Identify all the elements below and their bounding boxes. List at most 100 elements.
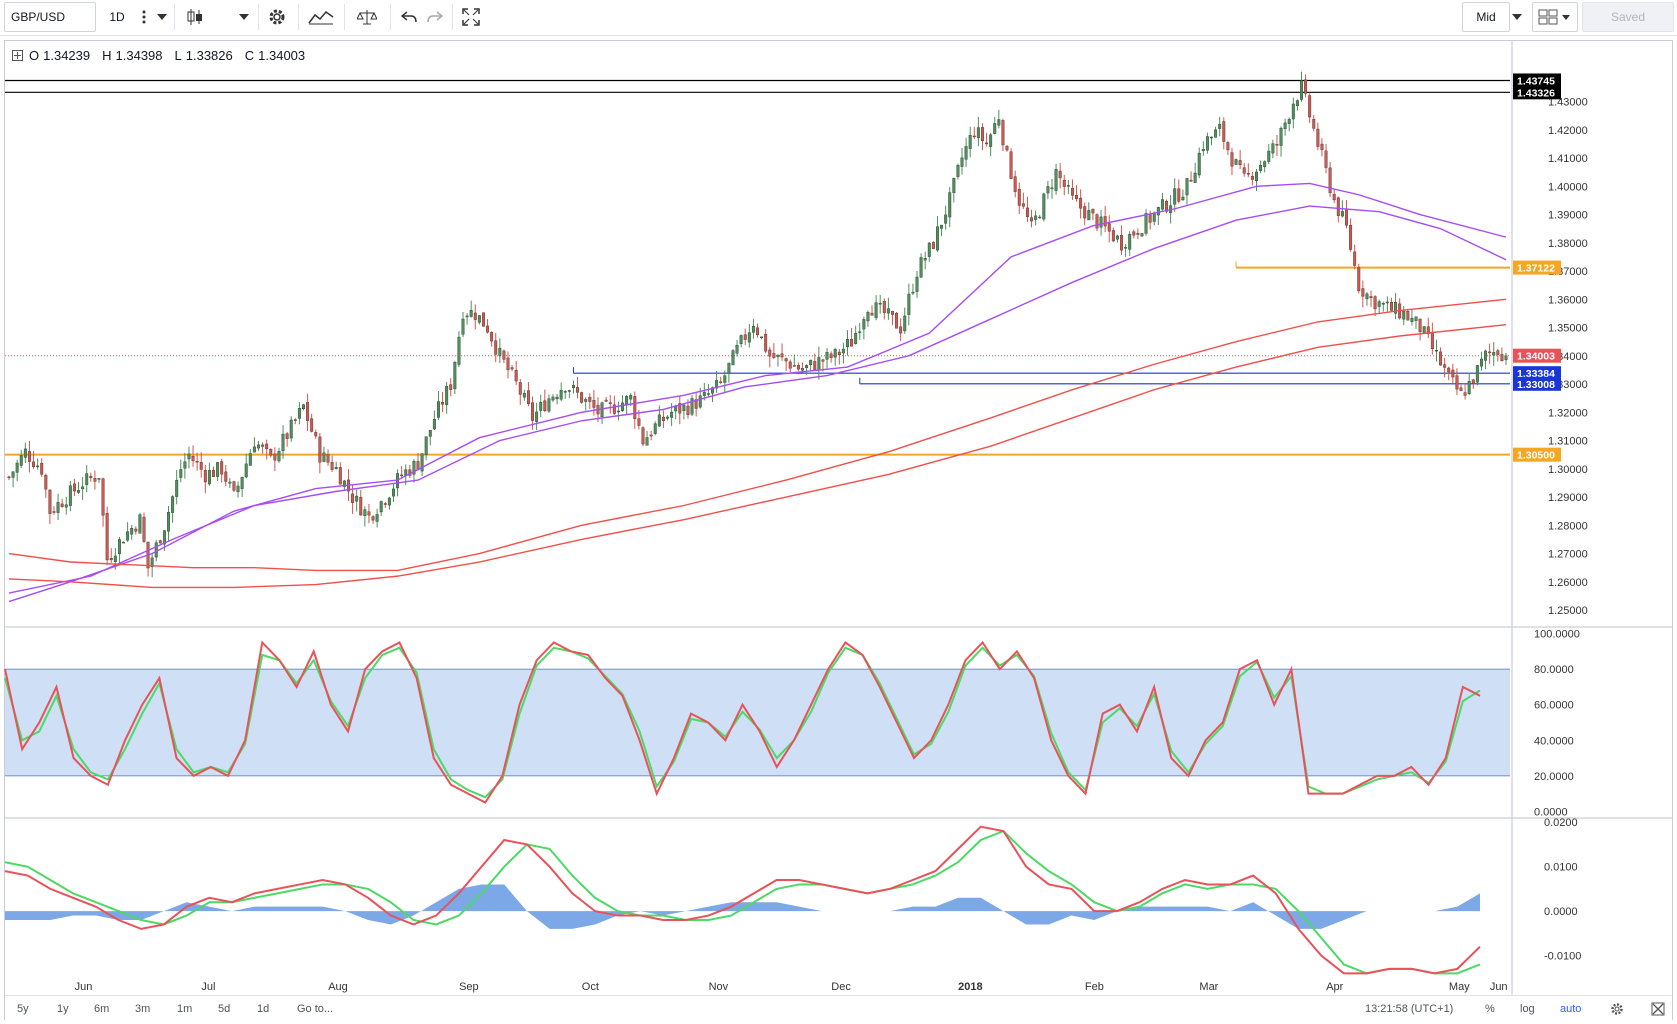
- moving-average-line: [8, 205, 1507, 594]
- candle-body: [919, 257, 923, 278]
- candle-body: [1455, 375, 1459, 390]
- expand-legend-icon[interactable]: [12, 50, 23, 61]
- candle-body: [1111, 230, 1115, 242]
- candle-body: [281, 433, 285, 451]
- candle-body: [637, 418, 641, 426]
- chart-canvas[interactable]: 1.430001.420001.410001.400001.390001.380…: [0, 0, 1677, 1024]
- candle-body: [60, 503, 64, 507]
- candle-body: [175, 479, 179, 497]
- price-tick-label: 1.27000: [1548, 549, 1588, 561]
- candle-body: [891, 311, 894, 315]
- candle-body: [1463, 392, 1467, 396]
- candle-body: [289, 419, 293, 439]
- range-1d-button[interactable]: 1d: [257, 1000, 269, 1018]
- candle-body: [854, 332, 858, 344]
- candle-body: [338, 467, 342, 485]
- candle-body: [428, 429, 432, 437]
- candle-body: [1422, 326, 1426, 333]
- candle-body: [212, 469, 215, 477]
- candle-body: [1230, 152, 1234, 167]
- range-5d-button[interactable]: 5d: [218, 1000, 230, 1018]
- candle-body: [302, 404, 305, 410]
- goto-button[interactable]: Go to...: [297, 1000, 333, 1018]
- stochastic-tick-label: 40.0000: [1534, 735, 1574, 747]
- auto-toggle[interactable]: auto: [1560, 1000, 1581, 1018]
- candle-body: [486, 325, 490, 333]
- candle-body: [886, 308, 890, 314]
- candle-body: [330, 462, 334, 470]
- candle-body: [563, 391, 567, 393]
- candle-body: [469, 309, 473, 317]
- candle-body: [735, 344, 739, 354]
- candle-body: [731, 350, 735, 366]
- time-axis-label: Apr: [1326, 981, 1343, 993]
- candle-body: [1156, 207, 1160, 216]
- candle-body: [682, 404, 686, 412]
- candle-body: [1058, 170, 1062, 179]
- candle-body: [1246, 173, 1250, 175]
- candle-body: [453, 361, 457, 390]
- candle-body: [101, 478, 105, 516]
- candle-body: [1287, 118, 1291, 124]
- candle-body: [1201, 148, 1205, 151]
- candle-body: [666, 416, 669, 419]
- range-1y-button[interactable]: 1y: [57, 1000, 69, 1018]
- percent-toggle[interactable]: %: [1485, 1000, 1495, 1018]
- candle-body: [40, 462, 44, 475]
- candle-body: [1275, 144, 1279, 146]
- candle-body: [1385, 301, 1389, 304]
- bottom-settings-gear-icon[interactable]: [1610, 1000, 1624, 1018]
- time-axis-label: Feb: [1085, 981, 1104, 993]
- price-tick-label: 1.42000: [1548, 125, 1588, 137]
- collapse-panel-icon[interactable]: [1651, 1000, 1665, 1018]
- candle-body: [130, 528, 134, 535]
- macd-histogram: [5, 884, 1480, 929]
- range-1m-button[interactable]: 1m: [177, 1000, 192, 1018]
- candle-body: [1447, 367, 1451, 373]
- price-label-text: 1.43326: [1517, 87, 1555, 99]
- candle-body: [1001, 120, 1005, 146]
- candle-body: [1222, 121, 1226, 142]
- candle-body: [285, 433, 289, 439]
- candle-body: [760, 336, 764, 339]
- log-toggle[interactable]: log: [1520, 1000, 1535, 1018]
- candle-body: [11, 471, 15, 478]
- price-tick-label: 1.38000: [1548, 238, 1588, 250]
- candle-body: [625, 396, 629, 405]
- candle-body: [1099, 216, 1103, 228]
- candle-body: [97, 478, 101, 480]
- candle-body: [1120, 235, 1123, 251]
- candle-body: [510, 367, 514, 370]
- candle-body: [858, 331, 862, 333]
- candle-body: [318, 436, 322, 463]
- range-6m-button[interactable]: 6m: [94, 1000, 109, 1018]
- candle-body: [526, 390, 530, 405]
- range-3m-button[interactable]: 3m: [135, 1000, 150, 1018]
- candle-body: [776, 354, 780, 357]
- clock-label: 13:21:58 (UTC+1): [1365, 1003, 1454, 1015]
- candle-body: [1361, 288, 1365, 297]
- candle-body: [404, 469, 408, 476]
- candle-body: [559, 390, 563, 400]
- candle-body: [801, 368, 804, 371]
- price-tick-label: 1.39000: [1548, 210, 1588, 222]
- candle-body: [1185, 178, 1189, 196]
- candle-body: [1046, 186, 1050, 194]
- candle-body: [269, 449, 273, 456]
- range-5y-button[interactable]: 5y: [17, 1000, 29, 1018]
- candle-body: [653, 423, 657, 434]
- candle-body: [518, 382, 522, 395]
- candle-body: [48, 489, 52, 514]
- macd-signal-line: [4, 829, 1481, 975]
- candle-body: [1242, 167, 1246, 174]
- candle-body: [89, 476, 93, 478]
- candle-body: [841, 348, 845, 354]
- low-label: L: [174, 48, 182, 63]
- time-axis-label: Jul: [201, 981, 215, 993]
- candle-body: [576, 387, 580, 393]
- candle-body: [874, 302, 878, 319]
- candle-body: [371, 516, 375, 521]
- candle-body: [15, 462, 19, 473]
- price-tick-label: 1.35000: [1548, 323, 1588, 335]
- candle-body: [244, 463, 248, 478]
